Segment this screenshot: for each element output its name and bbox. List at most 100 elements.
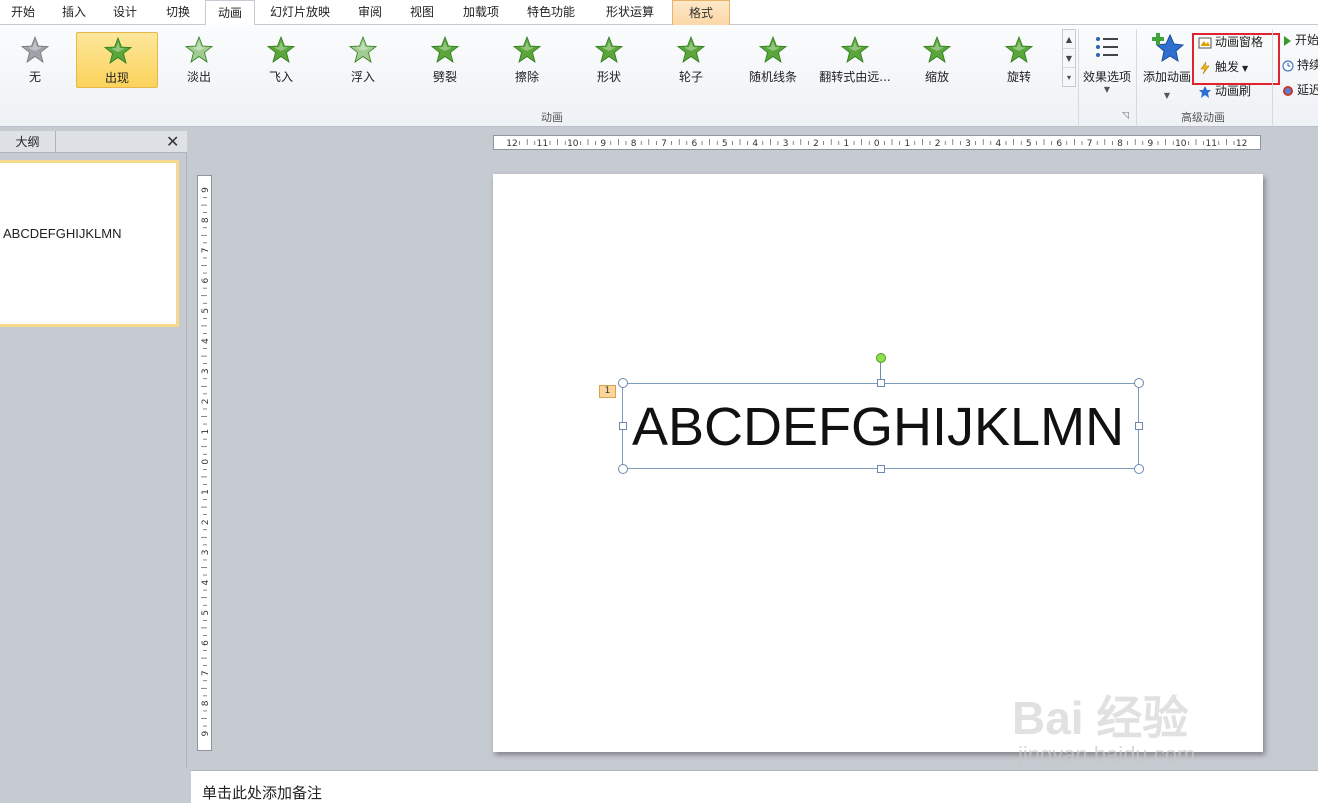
notes-placeholder: 单击此处添加备注 <box>202 784 323 802</box>
ruler-tick-label: 5 <box>201 610 211 616</box>
slide-text[interactable]: ABCDEFGHIJKLMN <box>632 396 1124 458</box>
animation-gallery: 无 出现 淡出 飞入 浮入 劈裂 擦除 形状 轮子 随机线条 翻转式由远... 缩放 旋转 <box>0 29 1066 91</box>
animation-effect-item[interactable]: 出现 <box>76 32 158 88</box>
resize-handle-right[interactable] <box>1135 422 1143 430</box>
add-animation-star-icon <box>1152 33 1185 63</box>
ruler-tick-label: 4 <box>996 139 1002 149</box>
ruler-tick-label: 5 <box>1026 139 1032 149</box>
tab-slide-show[interactable]: 幻灯片放映 <box>266 0 334 25</box>
ruler-tick-label: 10 <box>567 139 579 149</box>
star-wipe-icon <box>513 36 541 63</box>
close-icon[interactable]: ✕ <box>166 132 179 152</box>
ruler-tick-label: 9 <box>201 187 211 193</box>
animation-effect-item[interactable]: 飞入 <box>240 32 322 88</box>
add-animation-button[interactable]: 添加动画 ▼ <box>1140 31 1194 101</box>
star-appear-icon <box>104 37 132 64</box>
animation-label: 翻转式由远... <box>819 70 891 84</box>
horizontal-ruler: 12 11 10 9 8 7 6 5 4 3 2 1 0 1 2 3 4 5 6 7 8 9 10 11 12 <box>493 135 1261 150</box>
ruler-tick-label: 1 <box>904 139 910 149</box>
dialog-launcher-icon[interactable]: ◹ <box>1122 111 1129 121</box>
tab-special-features[interactable]: 特色功能 <box>522 0 580 25</box>
star-fade-icon <box>185 36 213 63</box>
effect-options-button[interactable]: 效果选项 ▼ <box>1080 35 1134 101</box>
ruler-tick-label: 3 <box>201 368 211 374</box>
animation-label: 缩放 <box>924 70 949 84</box>
ruler-tick-label: 0 <box>201 459 211 465</box>
animation-effect-item[interactable]: 轮子 <box>650 32 732 88</box>
animation-effect-item[interactable]: 缩放 <box>896 32 978 88</box>
ribbon: 无出现 淡出 飞入 浮入 劈裂 擦除 形状 轮子 随机线条 翻转式由远... 缩放 旋转 ▲ ▼ ▾ … <box>0 25 1318 127</box>
timing-duration-label: 持续 <box>1297 58 1318 72</box>
slide-thumbnail[interactable]: ABCDEFGHIJKLMN <box>0 160 179 327</box>
ruler-tick-label: 5 <box>722 139 728 149</box>
star-shape-icon <box>595 36 623 63</box>
animation-label: 随机线条 <box>748 70 797 84</box>
animation-effect-item[interactable]: 劈裂 <box>404 32 486 88</box>
ruler-tick-label: 12 <box>506 139 517 149</box>
group-separator <box>1078 29 1079 125</box>
animation-effect-item[interactable]: 翻转式由远... <box>814 32 896 88</box>
ruler-tick-label: 7 <box>201 670 211 676</box>
resize-handle-top-right[interactable] <box>1134 378 1144 388</box>
animation-none-item[interactable]: 无 <box>0 32 76 88</box>
ruler-tick-label: 8 <box>201 217 211 223</box>
chevron-down-icon: ▼ <box>1103 85 1111 94</box>
ruler-tick-label: 3 <box>201 550 211 556</box>
ruler-tick-label: 11 <box>1205 139 1216 149</box>
resize-handle-bottom-right[interactable] <box>1134 464 1144 474</box>
notes-pane[interactable]: 单击此处添加备注 <box>191 770 1318 803</box>
horizontal-ruler-scale: 12 11 10 9 8 7 6 5 4 3 2 1 0 1 2 3 4 5 6 7 8 9 10 11 12 <box>506 139 1247 149</box>
animation-order-badge[interactable]: 1 <box>599 385 616 398</box>
effect-options-icon <box>1096 37 1118 57</box>
tab-add-ins[interactable]: 加载项 <box>456 0 506 25</box>
animation-effect-item[interactable]: 旋转 <box>978 32 1060 88</box>
ruler-tick-label: 1 <box>844 139 850 149</box>
tab-home[interactable]: 开始 <box>4 0 42 25</box>
ruler-tick-label: 4 <box>201 579 211 585</box>
gallery-more-icon[interactable]: ▾ <box>1063 68 1075 87</box>
tab-review[interactable]: 审阅 <box>351 0 389 25</box>
animation-effect-item[interactable]: 随机线条 <box>732 32 814 88</box>
tab-design[interactable]: 设计 <box>106 0 144 25</box>
resize-handle-top-left[interactable] <box>618 378 628 388</box>
tab-outline[interactable]: 大纲 <box>0 131 56 153</box>
star-swivel-icon <box>1005 36 1033 63</box>
resize-handle-top[interactable] <box>877 379 885 387</box>
ruler-tick-label: 6 <box>1056 139 1062 149</box>
tab-format[interactable]: 格式 <box>672 0 730 25</box>
timing-duration[interactable]: 持续 <box>1282 55 1318 75</box>
animation-painter-label: 动画刷 <box>1215 84 1252 98</box>
ruler-tick-label: 7 <box>661 139 667 149</box>
tab-transitions[interactable]: 切换 <box>159 0 197 25</box>
group-separator <box>1136 29 1137 125</box>
animation-effect-item[interactable]: 擦除 <box>486 32 568 88</box>
ruler-tick-label: 8 <box>1117 139 1123 149</box>
tab-insert[interactable]: 插入 <box>55 0 93 25</box>
star-wheel-icon <box>677 36 705 63</box>
gallery-scrollbar[interactable]: ▲ ▼ ▾ <box>1062 29 1076 87</box>
animation-painter-icon <box>1199 85 1211 98</box>
pane-tabs: 大纲 ✕ <box>0 131 187 153</box>
timing-start[interactable]: 开始 <box>1282 30 1318 50</box>
ruler-tick-label: 10 <box>1175 139 1187 149</box>
star-split-icon <box>431 36 459 63</box>
group-label-animation: 动画 <box>541 111 563 124</box>
gallery-scroll-down-icon[interactable]: ▼ <box>1063 49 1075 68</box>
slides-outline-pane: 大纲 ✕ ABCDEFGHIJKLMN <box>0 131 187 768</box>
animation-effect-item[interactable]: 形状 <box>568 32 650 88</box>
ruler-tick-label: 3 <box>965 139 971 149</box>
tab-shape-operations[interactable]: 形状运算 <box>600 0 660 25</box>
rotation-handle[interactable] <box>876 353 886 363</box>
tab-view[interactable]: 视图 <box>403 0 441 25</box>
animation-effect-item[interactable]: 淡出 <box>158 32 240 88</box>
watermark-brand: Bai 经验 <box>1012 692 1189 744</box>
timing-delay[interactable]: 延迟 <box>1282 80 1318 100</box>
resize-handle-bottom-left[interactable] <box>618 464 628 474</box>
slide-text-box[interactable]: ABCDEFGHIJKLMN <box>622 383 1139 469</box>
tab-animations[interactable]: 动画 <box>205 0 255 26</box>
resize-handle-bottom[interactable] <box>877 465 885 473</box>
ruler-tick-label: 1 <box>201 429 211 435</box>
gallery-scroll-up-icon[interactable]: ▲ <box>1063 30 1075 49</box>
animation-effect-item[interactable]: 浮入 <box>322 32 404 88</box>
resize-handle-left[interactable] <box>619 422 627 430</box>
